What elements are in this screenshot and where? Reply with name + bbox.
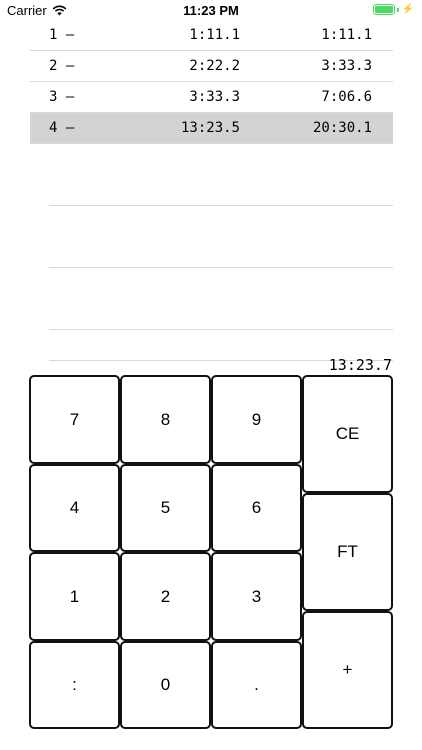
lap-row[interactable]: 2 – 2:22.2 3:33.3 bbox=[30, 51, 393, 82]
lap-row[interactable]: 3 – 3:33.3 7:06.6 bbox=[30, 82, 393, 113]
lap-total: 3:33.3 bbox=[321, 58, 372, 74]
key-0[interactable]: 0 bbox=[120, 641, 211, 729]
key-6[interactable]: 6 bbox=[211, 464, 302, 552]
empty-lap-row bbox=[49, 206, 393, 268]
clear-entry-button[interactable]: CE bbox=[302, 375, 393, 493]
key-8[interactable]: 8 bbox=[120, 375, 211, 464]
ft-button[interactable]: FT bbox=[302, 493, 393, 611]
key-2[interactable]: 2 bbox=[120, 552, 211, 641]
lap-index: 2 – bbox=[49, 58, 75, 74]
key-dot[interactable]: . bbox=[211, 641, 302, 729]
key-5[interactable]: 5 bbox=[120, 464, 211, 552]
current-time-display: 13:23.7 bbox=[328, 356, 392, 374]
battery-icon bbox=[372, 4, 395, 15]
status-time: 11:23 PM bbox=[183, 3, 239, 18]
lap-total: 7:06.6 bbox=[321, 89, 372, 105]
plus-button[interactable]: + bbox=[302, 611, 393, 729]
empty-lap-row bbox=[49, 268, 393, 330]
lap-split: 13:23.5 bbox=[180, 120, 240, 136]
lap-total: 20:30.1 bbox=[312, 120, 372, 136]
lap-row-selected[interactable]: 4 – 13:23.5 20:30.1 bbox=[30, 113, 393, 144]
key-1[interactable]: 1 bbox=[29, 552, 120, 641]
key-9[interactable]: 9 bbox=[211, 375, 302, 464]
lap-split: 3:33.3 bbox=[189, 89, 240, 105]
lap-index: 3 – bbox=[49, 89, 75, 105]
lap-total: 1:11.1 bbox=[321, 27, 372, 43]
key-7[interactable]: 7 bbox=[29, 375, 120, 464]
key-colon[interactable]: : bbox=[29, 641, 120, 729]
lap-index: 4 – bbox=[49, 120, 75, 136]
lap-list: 1 – 1:11.1 1:11.1 2 – 2:22.2 3:33.3 3 – … bbox=[30, 20, 393, 361]
key-3[interactable]: 3 bbox=[211, 552, 302, 641]
lap-split: 2:22.2 bbox=[189, 58, 240, 74]
empty-lap-row bbox=[49, 144, 393, 206]
lap-row[interactable]: 1 – 1:11.1 1:11.1 bbox=[30, 20, 393, 51]
charging-bolt-icon: ⚡ bbox=[401, 4, 414, 15]
status-bar: Carrier 11:23 PM ⚡ bbox=[0, 0, 422, 22]
battery-indicator: ⚡ bbox=[372, 4, 414, 15]
lap-index: 1 – bbox=[49, 27, 75, 43]
lap-split: 1:11.1 bbox=[189, 27, 240, 43]
key-4[interactable]: 4 bbox=[29, 464, 120, 552]
